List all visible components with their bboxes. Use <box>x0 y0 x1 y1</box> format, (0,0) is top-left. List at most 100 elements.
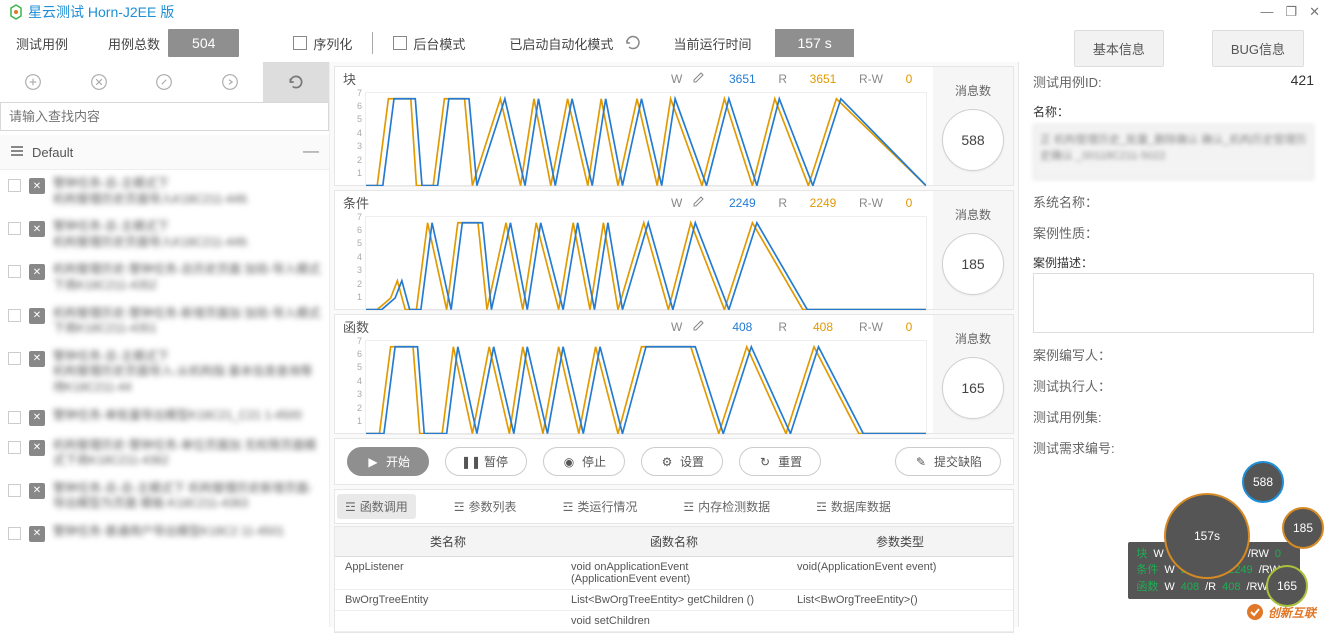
list-item[interactable]: 警钟任务-总-主模式下机构管理历史页面导入K18C211-449. <box>53 219 321 250</box>
tree-group-default[interactable]: Default <box>32 145 73 160</box>
tab-test-cases[interactable]: 测试用例 <box>0 24 84 62</box>
chart-canvas-block: 7654321 <box>365 92 927 187</box>
chart-rw-value: 0 <box>893 196 925 210</box>
list-icon: ☲ <box>454 500 465 514</box>
label-caseset: 测试用例集: <box>1033 407 1102 426</box>
bubble-block-count[interactable]: 588 <box>1242 461 1284 503</box>
stop-button[interactable]: ◉停止 <box>543 447 625 476</box>
refresh-icon[interactable] <box>621 31 645 55</box>
gear-icon: ⚙ <box>660 455 674 469</box>
label-system: 系统名称： <box>1033 192 1098 211</box>
chart-r-value: 408 <box>797 320 849 334</box>
app-logo-icon <box>8 4 24 20</box>
pencil-icon[interactable] <box>692 318 706 335</box>
label-exec: 测试执行人： <box>1033 376 1111 395</box>
tab-db[interactable]: ☲数据库数据 <box>808 494 899 519</box>
list-item[interactable]: 警钟任务-总-总-主模式下 机构管理历史新增页面-导出模型为页面 模板-K18C… <box>53 481 321 512</box>
pause-icon: ❚❚ <box>464 455 478 469</box>
th-func: 函数名称 <box>561 527 787 556</box>
bubble-condition-count[interactable]: 185 <box>1282 507 1324 549</box>
settings-button[interactable]: ⚙设置 <box>641 447 723 476</box>
refresh-tree-icon[interactable] <box>263 62 329 102</box>
chart-title: 条件 <box>343 193 377 212</box>
app-title: 星云测试 Horn-J2EE 版 <box>28 2 174 22</box>
chart-title: 块 <box>343 69 377 88</box>
tab-params[interactable]: ☲参数列表 <box>446 494 525 519</box>
item-status-icon: ✕ <box>29 308 45 324</box>
close-icon[interactable]: ✕ <box>1309 4 1320 20</box>
minimize-icon[interactable]: — <box>1260 4 1273 20</box>
maximize-icon[interactable]: ❐ <box>1285 4 1297 20</box>
checkbox-icon[interactable] <box>8 441 21 454</box>
chart-rw-value: 0 <box>893 72 925 86</box>
item-status-icon: ✕ <box>29 178 45 194</box>
table-row[interactable]: BwOrgTreeEntityList<BwOrgTreeEntity> get… <box>335 590 1013 611</box>
pencil-icon[interactable] <box>692 194 706 211</box>
list-item[interactable]: 警钟任务-普通用户导出模型K18C2 11-4501 <box>53 524 321 540</box>
label-desc: 案例描述： <box>1033 254 1314 271</box>
table-row[interactable]: void setChildren <box>335 611 1013 632</box>
label-total-cases: 用例总数 <box>84 34 168 53</box>
tab-fn-call[interactable]: ☲函数调用 <box>337 494 416 519</box>
chart-canvas-function: 7654321 <box>365 340 927 435</box>
reset-icon: ↻ <box>758 455 772 469</box>
checkbox-background[interactable]: 后台模式 <box>379 34 479 53</box>
th-param: 参数类型 <box>787 527 1013 556</box>
bubble-function-count[interactable]: 165 <box>1266 565 1308 607</box>
tab-mem[interactable]: ☲内存检测数据 <box>675 494 778 519</box>
checkbox-icon[interactable] <box>8 527 21 540</box>
list-item[interactable]: 机构管理历史-警钟任务-总历史页面 加验-导入模式下商K18C211-4352 <box>53 262 321 293</box>
edit-icon[interactable] <box>132 62 198 102</box>
tab-basic-info[interactable]: 基本信息 <box>1074 30 1164 67</box>
list-icon: ☲ <box>816 500 827 514</box>
stop-icon: ◉ <box>562 455 576 469</box>
checkbox-icon[interactable] <box>8 179 21 192</box>
tab-bug-info[interactable]: BUG信息 <box>1212 30 1304 67</box>
item-status-icon: ✕ <box>29 221 45 237</box>
collapse-icon[interactable]: — <box>303 143 319 161</box>
reset-button[interactable]: ↻重置 <box>739 447 821 476</box>
table-row[interactable]: AppListenervoid onApplicationEvent (Appl… <box>335 557 1013 590</box>
label-author: 案例编写人： <box>1033 345 1111 364</box>
list-item[interactable]: 机构管理历史-警钟任务-单位页面加 无权限页面模式下商K18C211-4362 <box>53 438 321 469</box>
value-runtime: 157 s <box>775 29 853 57</box>
label-runtime: 当前运行时间 <box>645 34 751 53</box>
next-icon[interactable] <box>197 62 263 102</box>
pencil-icon[interactable] <box>692 70 706 87</box>
pause-button[interactable]: ❚❚暂停 <box>445 447 527 476</box>
checkbox-icon[interactable] <box>8 411 21 424</box>
checkbox-icon <box>293 36 307 50</box>
msg-count-block: 588 <box>942 109 1004 171</box>
submit-defect-button[interactable]: ✎提交缺陷 <box>895 447 1001 476</box>
checkbox-icon[interactable] <box>8 309 21 322</box>
msg-label: 消息数 <box>955 82 991 99</box>
start-button[interactable]: ▶开始 <box>347 447 429 476</box>
chart-canvas-condition: 7654321 <box>365 216 927 311</box>
list-icon: ☲ <box>683 500 694 514</box>
search-input[interactable] <box>0 102 329 131</box>
checkbox-icon[interactable] <box>8 265 21 278</box>
list-item[interactable]: 警钟任务-总-主模式下机构管理历史页面导入-从机构指 基本信息查询等待K18C2… <box>53 349 321 396</box>
chart-title: 函数 <box>343 317 377 336</box>
checkbox-icon[interactable] <box>8 222 21 235</box>
label-name: 名称： <box>1033 103 1314 120</box>
textarea-desc[interactable] <box>1033 273 1314 333</box>
value-name: 正 机构管理历史_批量_删除确认 确认_机构历史管理历史确认 _00118C21… <box>1033 124 1314 180</box>
chart-r-value: 2249 <box>797 196 849 210</box>
list-item[interactable]: 警钟任务-总-主模式下机构管理历史页面导入K18C211-449. <box>53 176 321 207</box>
divider <box>372 32 373 54</box>
list-item[interactable]: 警钟任务-单批量导出模型K18C21_C21 1-4500 <box>53 408 321 424</box>
tab-run-status[interactable]: ☲类运行情况 <box>555 494 646 519</box>
checkbox-icon[interactable] <box>8 484 21 497</box>
checkbox-icon <box>393 36 407 50</box>
bubble-main-time[interactable]: 157s <box>1164 493 1250 579</box>
list-icon: ☲ <box>345 500 356 514</box>
list-item[interactable]: 机构管理历史-警钟任务-新增页面加 加验-导入模式下商K18C211-4351 <box>53 306 321 337</box>
checkbox-icon[interactable] <box>8 352 21 365</box>
add-icon[interactable] <box>0 62 66 102</box>
item-status-icon: ✕ <box>29 410 45 426</box>
test-case-list: ✕ 警钟任务-总-主模式下机构管理历史页面导入K18C211-449. ✕ 警钟任务… <box>0 170 329 627</box>
checkbox-serialize[interactable]: 序列化 <box>279 34 366 53</box>
label-test-id: 测试用例ID: <box>1033 72 1102 91</box>
delete-icon[interactable] <box>66 62 132 102</box>
